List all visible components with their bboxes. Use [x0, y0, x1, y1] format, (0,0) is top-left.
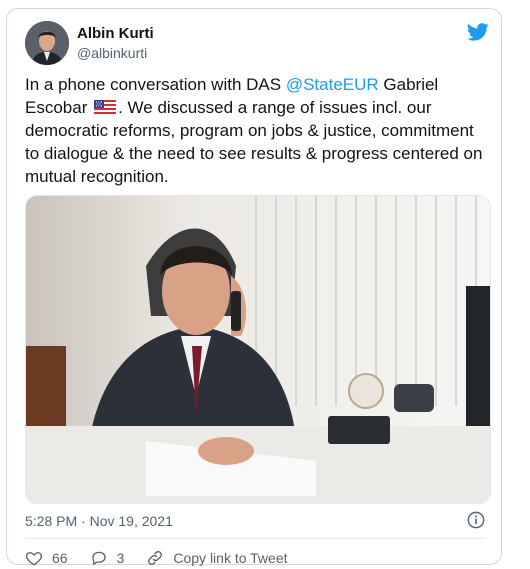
avatar[interactable] [25, 21, 69, 65]
divider [25, 538, 485, 539]
author-handle[interactable]: @albinkurti [77, 45, 147, 61]
timestamp[interactable]: 5:28 PM · Nov 19, 2021 [25, 513, 173, 529]
link-icon [148, 551, 163, 565]
twitter-bird-icon[interactable] [467, 23, 489, 41]
heart-icon [25, 552, 43, 566]
reply-bubble-icon [91, 551, 106, 566]
tweet-photo[interactable] [25, 195, 491, 504]
like-button[interactable]: 66 [25, 549, 68, 567]
tweet-card[interactable]: Albin Kurti @albinkurti In a phone conve… [6, 8, 502, 568]
tweet-text-part: In a phone conversation with DAS [25, 75, 286, 94]
copy-link-button[interactable]: Copy link to Tweet [146, 549, 288, 567]
tweet-actions: 66 3 Copy link to Tweet [25, 548, 310, 568]
copy-link-label: Copy link to Tweet [173, 550, 288, 566]
us-flag-icon [94, 100, 117, 114]
reply-button[interactable]: 3 [90, 549, 125, 567]
reply-count: 3 [116, 550, 125, 566]
author-name[interactable]: Albin Kurti [77, 25, 154, 42]
tweet-text: In a phone conversation with DAS @StateE… [25, 73, 483, 188]
info-icon[interactable] [467, 511, 485, 529]
mention-link[interactable]: @StateEUR [286, 75, 379, 94]
like-count: 66 [52, 550, 68, 566]
